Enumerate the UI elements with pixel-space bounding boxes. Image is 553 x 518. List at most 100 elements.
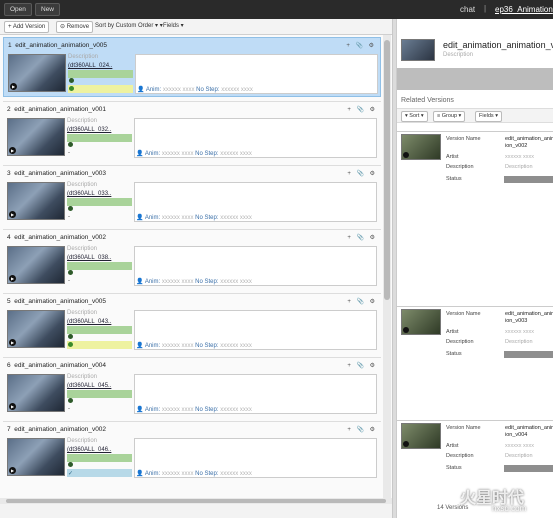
thumbnail[interactable]: ▶ [7, 438, 65, 476]
play-icon[interactable] [403, 327, 409, 333]
shot-link[interactable]: (dt360ALL_033.. [67, 191, 111, 197]
list-item[interactable]: 7 edit_animation_animation_v002 + 📎 ⚙ ▶ … [3, 421, 381, 481]
description-field[interactable]: Description [67, 310, 97, 316]
play-icon[interactable]: ▶ [9, 211, 16, 218]
chat-link[interactable]: chat [460, 5, 475, 14]
play-icon[interactable]: ▶ [9, 147, 16, 154]
status-label: Status [446, 351, 462, 357]
description-field[interactable]: Description [67, 438, 97, 444]
item-actions[interactable]: + 📎 ⚙ [347, 426, 377, 433]
sort-button[interactable]: ▾ Sort ▾ [401, 111, 428, 122]
list-item[interactable]: 6 edit_animation_animation_v004 + 📎 ⚙ ▶ … [3, 357, 381, 417]
description-field[interactable]: Description [67, 246, 97, 252]
description-field[interactable]: Description [67, 182, 97, 188]
thumbnail[interactable]: ▶ [8, 54, 66, 92]
shot-link[interactable]: (dt360ALL_038.. [67, 255, 111, 261]
detail-thumbnail[interactable] [401, 39, 435, 61]
shot-link[interactable]: (dt360ALL_045.. [67, 383, 111, 389]
artist-value[interactable]: xxxxxx xxxx [505, 154, 553, 161]
play-icon[interactable]: ▶ [9, 403, 16, 410]
note-line: 👤 Anim: xxxxxx xxxx No Step: xxxxxx xxxx [136, 279, 252, 285]
shot-link[interactable]: (dt360ALL_032.. [67, 127, 111, 133]
status-dot [68, 398, 73, 403]
add-version-button[interactable]: + Add Version [4, 21, 50, 33]
item-actions[interactable]: + 📎 ⚙ [347, 106, 377, 113]
thumbnail[interactable]: ▶ [7, 310, 65, 348]
fields-button[interactable]: Fields ▾ [475, 111, 502, 122]
shot-link[interactable]: (dt360ALL_043.. [67, 319, 111, 325]
description-value[interactable]: Description [505, 339, 553, 346]
scrollbar-thumb[interactable] [384, 40, 390, 300]
status-bar [67, 198, 132, 206]
status-bar [67, 326, 132, 334]
play-icon[interactable] [403, 152, 409, 158]
list-item[interactable]: 5 edit_animation_animation_v005 + 📎 ⚙ ▶ … [3, 293, 381, 353]
related-thumbnail[interactable] [401, 134, 441, 160]
empty-value: - [68, 214, 70, 220]
item-actions[interactable]: + 📎 ⚙ [347, 170, 377, 177]
description-value[interactable]: Description [505, 164, 553, 171]
sort-dropdown[interactable]: Sort by Custom Order ▾ ▾ [92, 21, 166, 33]
list-item[interactable]: 1 edit_animation_animation_v005 + 📎 ⚙ ▶ … [3, 37, 381, 97]
status-dot [68, 334, 73, 339]
version-name-label: Version Name [446, 136, 481, 142]
status-dot [68, 270, 73, 275]
check-icon: ✓ [68, 471, 74, 477]
thumbnail[interactable]: ▶ [7, 246, 65, 284]
related-version-card[interactable]: Version Name edit_animation_animat ion_v… [397, 306, 553, 376]
related-thumbnail[interactable] [401, 309, 441, 335]
description-value[interactable]: Description [505, 453, 553, 460]
version-name-label: Version Name [446, 311, 481, 317]
fields-dropdown[interactable]: Fields ▾ [160, 21, 187, 33]
play-icon[interactable]: ▶ [9, 467, 16, 474]
artist-value[interactable]: xxxxxx xxxx [505, 443, 553, 450]
artist-label: Artist [446, 443, 459, 449]
status-bar [67, 262, 132, 270]
status-value[interactable] [504, 465, 553, 472]
status-value[interactable] [504, 351, 553, 358]
remove-button[interactable]: ⊝ Remove [56, 21, 94, 33]
description-field[interactable]: Description [67, 118, 97, 124]
note-line: 👤 Anim: xxxxxx xxxx No Step: xxxxxx xxxx [137, 87, 253, 93]
artist-label: Artist [446, 329, 459, 335]
scrollbar-thumb[interactable] [6, 499, 386, 503]
list-scrollbar[interactable] [383, 35, 391, 498]
play-icon[interactable] [403, 441, 409, 447]
item-actions[interactable]: + 📎 ⚙ [347, 362, 377, 369]
open-button[interactable]: Open [4, 3, 32, 16]
list-item[interactable]: 4 edit_animation_animation_v002 + 📎 ⚙ ▶ … [3, 229, 381, 289]
related-thumbnail[interactable] [401, 423, 441, 449]
description-field[interactable]: Description [67, 374, 97, 380]
item-actions[interactable]: + 📎 ⚙ [347, 234, 377, 241]
status-bar [67, 134, 132, 142]
group-button[interactable]: ≡ Group ▾ [433, 111, 466, 122]
related-version-card[interactable]: Version Name edit_animation_animat ion_v… [397, 131, 553, 201]
list-item[interactable]: 3 edit_animation_animation_v003 + 📎 ⚙ ▶ … [3, 165, 381, 225]
shot-link[interactable]: (dt360ALL_046.. [67, 447, 111, 453]
play-icon[interactable]: ▶ [10, 83, 17, 90]
project-link[interactable]: ep36_Animation [495, 5, 553, 14]
item-actions[interactable]: + 📎 ⚙ [347, 298, 377, 305]
shot-link[interactable]: (dt360ALL_024.. [68, 63, 112, 69]
related-toolbar: ▾ Sort ▾ ≡ Group ▾ Fields ▾ [397, 108, 553, 123]
thumbnail[interactable]: ▶ [7, 182, 65, 220]
description-field[interactable]: Description [68, 54, 98, 60]
new-button[interactable]: New [35, 3, 61, 16]
version-name-label: Version Name [446, 425, 481, 431]
artist-value[interactable]: xxxxxx xxxx [505, 329, 553, 336]
note-line: 👤 Anim: xxxxxx xxxx No Step: xxxxxx xxxx [136, 343, 252, 349]
play-icon[interactable]: ▶ [9, 339, 16, 346]
status-bar [67, 390, 132, 398]
list-item[interactable]: 2 edit_animation_animation_v001 + 📎 ⚙ ▶ … [3, 101, 381, 161]
detail-description[interactable]: Description [443, 52, 473, 58]
thumbnail[interactable]: ▶ [7, 374, 65, 412]
item-actions[interactable]: + 📎 ⚙ [346, 42, 376, 49]
thumbnail[interactable]: ▶ [7, 118, 65, 156]
version-name-value[interactable]: edit_animation_animat ion_v003 [505, 311, 553, 325]
status-value[interactable] [504, 176, 553, 183]
description-label: Description [446, 453, 474, 459]
top-bar: Open New chat | ep36_Animation [0, 0, 553, 19]
version-name-value[interactable]: edit_animation_animat ion_v004 [505, 425, 553, 439]
version-name-value[interactable]: edit_animation_animat ion_v002 [505, 136, 553, 150]
play-icon[interactable]: ▶ [9, 275, 16, 282]
